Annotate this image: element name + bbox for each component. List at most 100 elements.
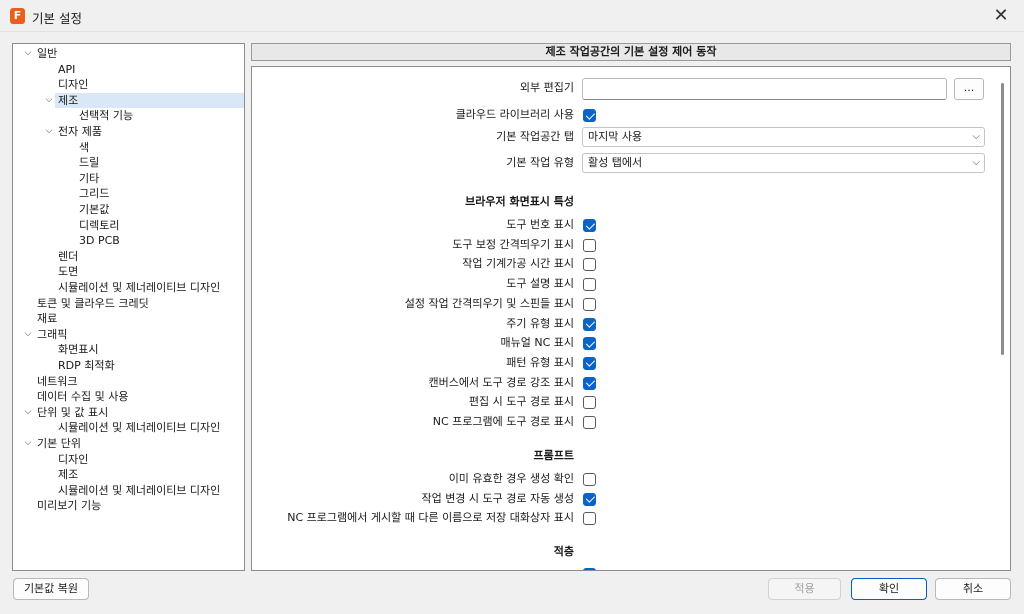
cloud-library-checkbox[interactable]	[583, 109, 596, 122]
default-tab-select[interactable]: 마지막 사용 ⌵	[582, 127, 985, 147]
chevron-down-icon[interactable]: ⌵	[43, 93, 55, 108]
tree-item-label: 기본값	[79, 203, 110, 216]
tree-item[interactable]: 디자인	[13, 452, 244, 467]
option-label: 도구 번호 표시	[506, 218, 574, 231]
tree-item-label: 미리보기 기능	[37, 499, 102, 513]
chevron-down-icon: ⌵	[972, 131, 980, 142]
tree-item-label: 그래픽	[37, 327, 68, 341]
tree-item-label: 재료	[37, 312, 58, 326]
option-checkbox[interactable]	[583, 337, 596, 351]
chevron-down-icon[interactable]: ⌵	[22, 46, 34, 61]
option-checkbox[interactable]	[583, 278, 596, 292]
tree-item[interactable]: 렌더	[13, 249, 244, 264]
tree-item[interactable]: 기본값	[13, 202, 244, 217]
chevron-down-icon[interactable]: ⌵	[22, 327, 34, 342]
tree-item[interactable]: 시뮬레이션 및 제너레이티브 디자인	[13, 483, 244, 498]
tree-item-label: 드릴	[79, 156, 100, 170]
chevron-down-icon[interactable]: ⌵	[22, 405, 34, 420]
tree-item[interactable]: 그리드	[13, 186, 244, 201]
option-checkbox[interactable]	[583, 356, 596, 370]
tree-item-label: 디자인	[58, 452, 89, 466]
tree-item[interactable]: 재료	[13, 311, 244, 326]
option-label: 캔버스에서 도구 경로 강조 표시	[428, 375, 574, 389]
tree-item[interactable]: ⌵ 그래픽	[13, 327, 244, 342]
tree-item-label: 제조	[58, 468, 79, 482]
tree-item-label: 색	[79, 140, 90, 154]
tree-item[interactable]: ⌵ 기본 단위	[13, 436, 244, 451]
tree-item[interactable]: 시뮬레이션 및 제너레이티브 디자인	[13, 420, 244, 435]
restore-defaults-button[interactable]: 기본값 복원	[13, 578, 89, 600]
option-label: NC 프로그램에서 게시할 때 다른 이름으로 저장 대화상자 표시	[287, 511, 574, 525]
default-tab-label: 기본 작업공간 탭	[496, 130, 574, 143]
default-job-type-select[interactable]: 활성 탭에서 ⌵	[582, 153, 985, 173]
tree-item-label: API	[58, 62, 76, 76]
option-label: 패턴 유형 표시	[506, 355, 574, 369]
tree-item-label: 렌더	[58, 249, 79, 263]
option-label: 이미 유효한 경우 생성 확인	[448, 472, 574, 485]
category-tree: ⌵ 일반 API 디자인 ⌵ 제조 선택적 기능 ⌵ 전자 제품 색 드릴 기타 그리드 기본값 디렉토리 3…	[12, 43, 245, 571]
ok-button[interactable]: 확인	[851, 578, 927, 600]
scrollbar[interactable]	[1001, 83, 1004, 355]
tree-item[interactable]: 화면표시	[13, 342, 244, 357]
tree-item[interactable]: ⌵ 전자 제품	[13, 124, 244, 139]
tree-item[interactable]: 디렉토리	[13, 218, 244, 233]
tree-item-label: 시뮬레이션 및 제너레이티브 디자인	[58, 281, 221, 294]
tree-item[interactable]: 토큰 및 클라우드 크레딧	[13, 296, 244, 311]
tree-item[interactable]: 네트워크	[13, 374, 244, 389]
tree-item[interactable]: 데이터 수집 및 사용	[13, 389, 244, 404]
tree-item-label: 토큰 및 클라우드 크레딧	[37, 296, 149, 310]
tree-item[interactable]: 드릴	[13, 155, 244, 170]
tree-item[interactable]: ⌵ 단위 및 값 표시	[13, 405, 244, 420]
option-label: 주기 유형 표시	[506, 316, 574, 330]
tree-item[interactable]: RDP 최적화	[13, 358, 244, 373]
option-checkbox[interactable]	[583, 492, 596, 506]
tree-item[interactable]: 선택적 기능	[13, 108, 244, 123]
option-checkbox[interactable]	[583, 396, 596, 410]
option-checkbox[interactable]	[583, 297, 596, 311]
option-checkbox[interactable]	[583, 512, 596, 526]
external-editor-label: 외부 편집기	[519, 81, 574, 94]
tree-item-label: 제조	[58, 93, 79, 107]
stacking-checkbox[interactable]	[583, 568, 596, 570]
tree-item-label: 시뮬레이션 및 제너레이티브 디자인	[58, 421, 221, 435]
chevron-down-icon[interactable]: ⌵	[22, 436, 34, 451]
tree-item[interactable]: 디자인	[13, 77, 244, 92]
browse-button[interactable]: ...	[954, 78, 984, 100]
panel-header: 제조 작업공간의 기본 설정 제어 동작	[251, 43, 1011, 61]
external-editor-input[interactable]	[582, 78, 947, 100]
tree-item-label: 그리드	[79, 187, 110, 201]
option-label: 편집 시 도구 경로 표시	[468, 395, 574, 409]
option-checkbox[interactable]	[583, 238, 596, 252]
stacking-section-title: 적층	[553, 545, 574, 558]
tree-item[interactable]: 기타	[13, 171, 244, 186]
cloud-library-label: 클라우드 라이브러리 사용	[455, 108, 574, 121]
apply-button[interactable]: 적용	[768, 578, 841, 600]
chevron-down-icon[interactable]: ⌵	[43, 124, 55, 139]
option-label: 작업 기계가공 시간 표시	[462, 257, 574, 271]
tree-item[interactable]: ⌵ 일반	[13, 46, 244, 61]
default-job-type-value: 활성 탭에서	[588, 156, 643, 169]
option-label: 설정 작업 간격띄우기 및 스핀들 표시	[404, 296, 574, 310]
option-checkbox[interactable]	[583, 376, 596, 390]
cancel-button[interactable]: 취소	[935, 578, 1011, 600]
option-checkbox[interactable]	[583, 416, 596, 429]
option-label: 도구 설명 표시	[506, 277, 574, 291]
tree-item[interactable]: 색	[13, 140, 244, 155]
tree-item-label: 데이터 수집 및 사용	[37, 390, 129, 404]
settings-panel: 외부 편집기 ... 클라우드 라이브러리 사용 기본 작업공간 탭 마지막 사…	[251, 66, 1011, 571]
tree-item[interactable]: ⌵ 제조	[46, 92, 244, 108]
tree-item[interactable]: 미리보기 기능	[13, 498, 244, 513]
browser-section-title: 브라우저 화면표시 특성	[465, 195, 574, 208]
window-title: 기본 설정	[32, 11, 82, 26]
tree-item[interactable]: API	[13, 62, 244, 77]
tree-item-label: 일반	[37, 47, 58, 60]
option-checkbox[interactable]	[583, 317, 596, 331]
tree-item[interactable]: 3D PCB	[13, 233, 244, 248]
tree-item[interactable]: 제조	[13, 467, 244, 482]
tree-item[interactable]: 도면	[13, 264, 244, 279]
close-icon[interactable]: ✕	[988, 4, 1014, 28]
option-checkbox[interactable]	[583, 473, 596, 486]
option-checkbox[interactable]	[583, 258, 596, 272]
option-checkbox[interactable]	[583, 219, 596, 232]
tree-item[interactable]: 시뮬레이션 및 제너레이티브 디자인	[13, 280, 244, 295]
